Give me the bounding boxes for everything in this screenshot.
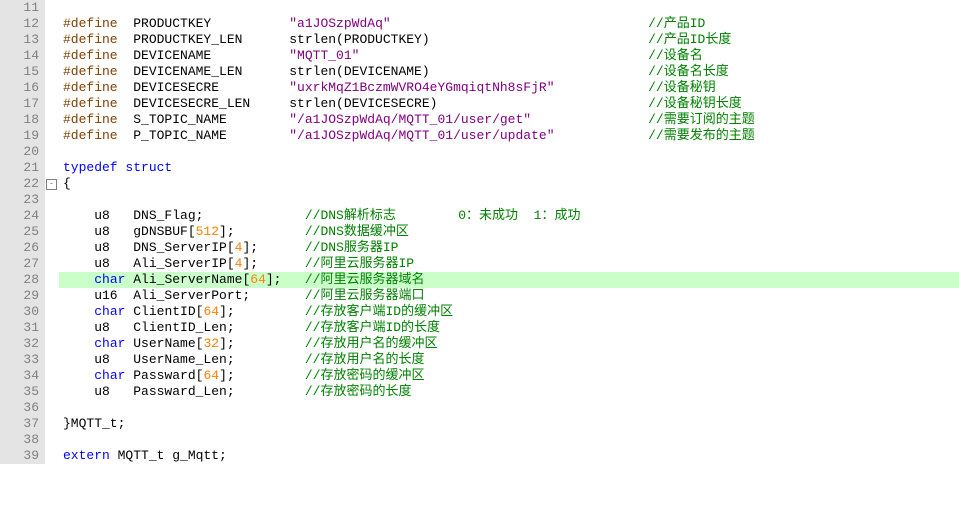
- line-number: 18: [0, 112, 39, 128]
- code-editor: 1112131415161718192021222324252627282930…: [0, 0, 959, 464]
- code-line[interactable]: u8 Ali_ServerIP[4]; //阿里云服务器IP: [59, 256, 959, 272]
- fold-column: -: [45, 0, 59, 464]
- code-line[interactable]: [59, 192, 959, 208]
- code-line[interactable]: #define DEVICESECRE_LEN strlen(DEVICESEC…: [59, 96, 959, 112]
- line-number: 26: [0, 240, 39, 256]
- line-number: 31: [0, 320, 39, 336]
- code-line[interactable]: #define PRODUCTKEY "a1JOSzpWdAq" //产品ID: [59, 16, 959, 32]
- code-line[interactable]: typedef struct: [59, 160, 959, 176]
- line-number: 15: [0, 64, 39, 80]
- line-number: 27: [0, 256, 39, 272]
- code-line[interactable]: u16 Ali_ServerPort; //阿里云服务器端口: [59, 288, 959, 304]
- code-line[interactable]: #define PRODUCTKEY_LEN strlen(PRODUCTKEY…: [59, 32, 959, 48]
- line-number: 37: [0, 416, 39, 432]
- code-line[interactable]: u8 DNS_ServerIP[4]; //DNS服务器IP: [59, 240, 959, 256]
- code-line[interactable]: u8 Passward_Len; //存放密码的长度: [59, 384, 959, 400]
- line-number-gutter: 1112131415161718192021222324252627282930…: [0, 0, 45, 464]
- line-number: 19: [0, 128, 39, 144]
- code-line[interactable]: char Passward[64]; //存放密码的缓冲区: [59, 368, 959, 384]
- line-number: 34: [0, 368, 39, 384]
- line-number: 28: [0, 272, 39, 288]
- code-line[interactable]: #define DEVICENAME_LEN strlen(DEVICENAME…: [59, 64, 959, 80]
- line-number: 22: [0, 176, 39, 192]
- code-line[interactable]: u8 DNS_Flag; //DNS解析标志 0：未成功 1：成功: [59, 208, 959, 224]
- line-number: 11: [0, 0, 39, 16]
- code-line[interactable]: [59, 0, 959, 16]
- line-number: 25: [0, 224, 39, 240]
- line-number: 24: [0, 208, 39, 224]
- line-number: 20: [0, 144, 39, 160]
- line-number: 17: [0, 96, 39, 112]
- line-number: 21: [0, 160, 39, 176]
- line-number: 23: [0, 192, 39, 208]
- code-line[interactable]: [59, 400, 959, 416]
- code-line[interactable]: #define S_TOPIC_NAME "/a1JOSzpWdAq/MQTT_…: [59, 112, 959, 128]
- code-line[interactable]: [59, 432, 959, 448]
- code-line[interactable]: #define P_TOPIC_NAME "/a1JOSzpWdAq/MQTT_…: [59, 128, 959, 144]
- code-line[interactable]: char UserName[32]; //存放用户名的缓冲区: [59, 336, 959, 352]
- line-number: 38: [0, 432, 39, 448]
- code-line[interactable]: u8 ClientID_Len; //存放客户端ID的长度: [59, 320, 959, 336]
- code-line[interactable]: u8 UserName_Len; //存放用户名的长度: [59, 352, 959, 368]
- code-line[interactable]: #define DEVICENAME "MQTT_01" //设备名: [59, 48, 959, 64]
- line-number: 30: [0, 304, 39, 320]
- code-line[interactable]: [59, 144, 959, 160]
- fold-toggle[interactable]: -: [46, 179, 57, 190]
- code-line[interactable]: char Ali_ServerName[64]; //阿里云服务器域名: [59, 272, 959, 288]
- code-line[interactable]: char ClientID[64]; //存放客户端ID的缓冲区: [59, 304, 959, 320]
- line-number: 36: [0, 400, 39, 416]
- line-number: 35: [0, 384, 39, 400]
- code-area[interactable]: #define PRODUCTKEY "a1JOSzpWdAq" //产品ID#…: [59, 0, 959, 464]
- line-number: 14: [0, 48, 39, 64]
- line-number: 32: [0, 336, 39, 352]
- line-number: 39: [0, 448, 39, 464]
- code-line[interactable]: extern MQTT_t g_Mqtt;: [59, 448, 959, 464]
- code-line[interactable]: {: [59, 176, 959, 192]
- line-number: 33: [0, 352, 39, 368]
- line-number: 29: [0, 288, 39, 304]
- line-number: 13: [0, 32, 39, 48]
- line-number: 16: [0, 80, 39, 96]
- code-line[interactable]: #define DEVICESECRE "uxrkMqZ1BczmWVRO4eY…: [59, 80, 959, 96]
- code-line[interactable]: }MQTT_t;: [59, 416, 959, 432]
- code-line[interactable]: u8 gDNSBUF[512]; //DNS数据缓冲区: [59, 224, 959, 240]
- line-number: 12: [0, 16, 39, 32]
